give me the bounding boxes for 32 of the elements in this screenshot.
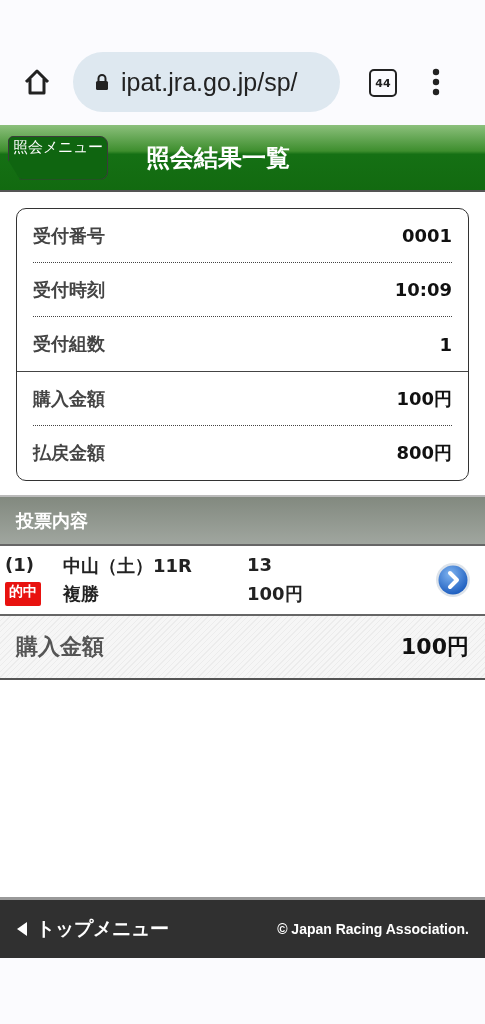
home-icon[interactable] bbox=[22, 67, 52, 97]
tab-count-button[interactable]: 44 bbox=[369, 69, 397, 97]
hit-badge: 的中 bbox=[5, 582, 41, 606]
top-menu-link[interactable]: トップメニュー bbox=[16, 916, 169, 942]
field-label: 受付時刻 bbox=[33, 277, 105, 302]
lock-icon[interactable] bbox=[95, 73, 109, 91]
left-triangle-icon[interactable] bbox=[16, 921, 28, 937]
bet-index: (1) bbox=[5, 554, 34, 577]
field-value: 800円 bbox=[396, 441, 452, 465]
race-name: 中山（土）11R bbox=[63, 554, 193, 578]
more-menu-icon[interactable] bbox=[432, 68, 440, 96]
total-label: 購入金額 bbox=[16, 633, 104, 661]
bet-amount: 100円 bbox=[247, 582, 304, 606]
horse-number: 13 bbox=[247, 554, 274, 577]
field-value: 10:09 bbox=[394, 279, 452, 300]
bet-row[interactable]: (1) 中山（土）11R 13 的中 複勝 100円 bbox=[0, 546, 485, 616]
section-header: 投票内容 bbox=[0, 497, 485, 546]
page-title: 照会結果一覧 bbox=[146, 142, 290, 174]
field-label: 払戻金額 bbox=[33, 441, 105, 465]
bet-type: 複勝 bbox=[63, 582, 100, 606]
field-value: 100円 bbox=[396, 386, 452, 411]
field-value: 0001 bbox=[401, 225, 452, 246]
field-label: 購入金額 bbox=[33, 386, 105, 411]
copyright-text: © Japan Racing Association. bbox=[277, 921, 469, 937]
field-value: 1 bbox=[439, 333, 452, 355]
url-text: ipat.jra.go.jp/sp/ bbox=[121, 67, 298, 97]
back-button[interactable]: 照会メニュー bbox=[8, 135, 108, 180]
field-label: 受付番号 bbox=[33, 223, 105, 248]
address-bar[interactable]: ipat.jra.go.jp/sp/ bbox=[73, 52, 340, 112]
field-label: 受付組数 bbox=[33, 332, 105, 356]
chevron-right-icon[interactable] bbox=[435, 562, 471, 598]
total-value: 100円 bbox=[401, 633, 469, 661]
